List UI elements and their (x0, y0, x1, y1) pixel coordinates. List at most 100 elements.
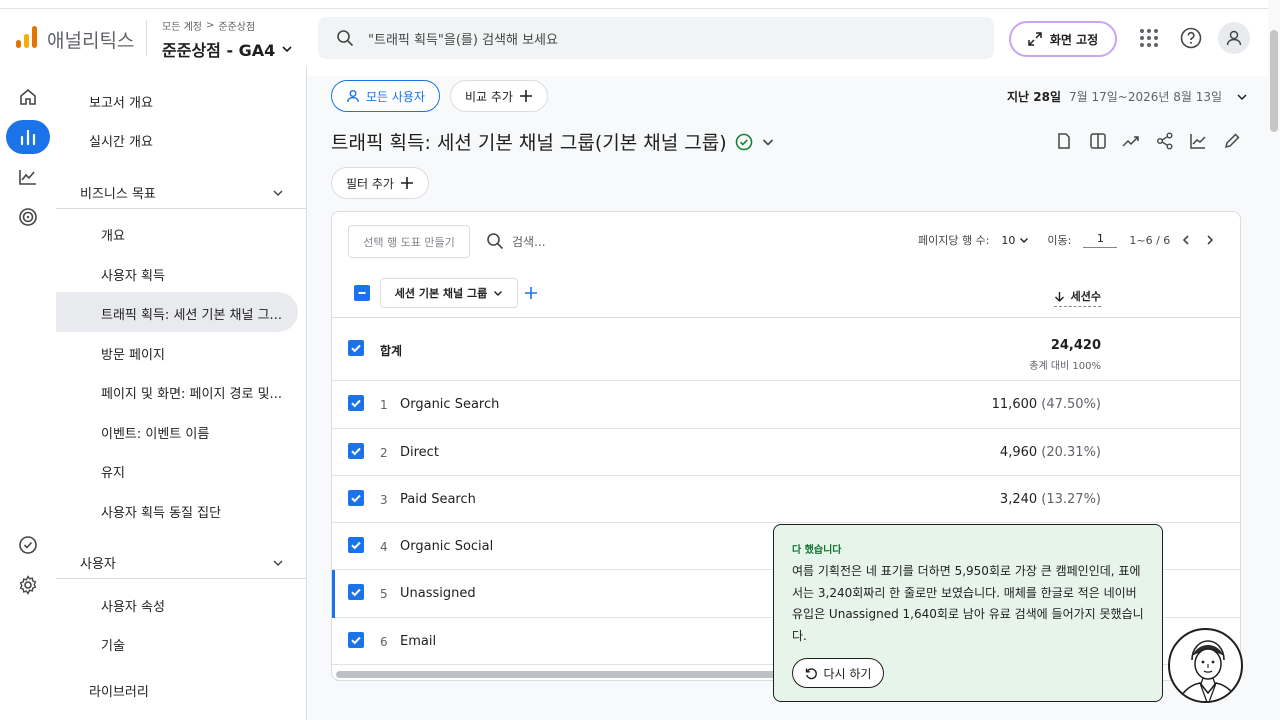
page-title: 트래픽 획득: 세션 기본 채널 그룹(기본 채널 그룹) (331, 128, 775, 155)
row-checkbox[interactable] (348, 443, 364, 459)
table-horizontal-scrollbar[interactable] (336, 671, 836, 678)
row-value-cell: 11,600 (47.50%) (992, 397, 1101, 412)
brand-name: 애널리틱스 (47, 30, 135, 52)
chevron-right-icon[interactable] (1204, 234, 1216, 246)
nav-item-events[interactable]: 이벤트: 이벤트 이름 (101, 423, 209, 442)
chevron-left-icon[interactable] (1180, 234, 1192, 246)
property-selector[interactable]: 준준상점 - GA4 (162, 37, 293, 61)
chevron-down-icon (494, 291, 503, 296)
nav-section-label: 비즈니스 목표 (80, 187, 156, 202)
nav-library[interactable]: 라이브러리 (89, 681, 149, 700)
assistant-avatar[interactable] (1168, 628, 1243, 703)
nav-item-user-acquisition[interactable]: 사용자 획득 (101, 265, 165, 284)
share-icon[interactable] (1155, 131, 1175, 151)
pagination: 페이지당 행 수: 10 이동: 1 1~6 / 6 (918, 232, 1216, 248)
retry-button[interactable]: 다시 하기 (792, 658, 884, 688)
breadcrumb[interactable]: 모든 계정 > 준준상점 (162, 18, 255, 33)
home-icon[interactable] (6, 80, 50, 114)
plus-icon (400, 177, 413, 189)
chevron-down-icon[interactable] (761, 135, 775, 149)
top-app-bar: 애널리틱스 모든 계정 > 준준상점 준준상점 - GA4 "트래픽 획득"을(… (0, 0, 1268, 76)
page-number-input[interactable]: 1 (1083, 232, 1118, 248)
nav-report-overview[interactable]: 보고서 개요 (89, 92, 153, 111)
nav-item-cohort[interactable]: 사용자 획득 동질 집단 (101, 502, 221, 521)
edit-pencil-icon[interactable] (1222, 131, 1242, 151)
nav-item-overview[interactable]: 개요 (101, 225, 125, 244)
row-checkbox[interactable] (348, 584, 364, 600)
date-range-picker[interactable]: 지난 28일 7월 17일~2026년 8월 13일 (1007, 88, 1248, 105)
row-highlight-bar (332, 570, 335, 618)
total-value-cell: 24,420 총계 대비 100% (1029, 338, 1101, 372)
chart-icon[interactable] (1188, 131, 1208, 151)
settings-gear-icon[interactable] (6, 568, 50, 602)
checkmark-icon (351, 636, 361, 645)
row-index: 5 (380, 587, 388, 601)
row-value-cell: 3,240 (13.27%) (1000, 492, 1101, 507)
apps-grid-icon[interactable] (1137, 26, 1161, 50)
total-value: 24,420 (1050, 338, 1101, 353)
breadcrumb-account[interactable]: 모든 계정 (162, 18, 202, 33)
explore-icon[interactable] (6, 160, 50, 194)
account-avatar[interactable] (1218, 22, 1250, 54)
nav-section-business-goals[interactable]: 비즈니스 목표 (80, 183, 306, 202)
insights-trend-icon[interactable] (1121, 131, 1141, 151)
person-icon (1226, 30, 1242, 46)
all-users-chip[interactable]: 모든 사용자 (331, 80, 441, 112)
nav-item-user-attributes[interactable]: 사용자 속성 (101, 596, 165, 615)
date-range-value: 7월 17일~2026년 8월 13일 (1069, 90, 1223, 104)
global-search-input[interactable]: "트래픽 획득"을(를) 검색해 보세요 (318, 17, 994, 59)
rows-per-page-value: 10 (1001, 233, 1016, 247)
pin-screen-button[interactable]: 화면 고정 (1009, 21, 1117, 57)
add-dimension-plus-icon[interactable] (524, 286, 538, 300)
nav-realtime-overview[interactable]: 실시간 개요 (89, 131, 153, 150)
rows-per-page-select[interactable]: 10 (1001, 234, 1029, 247)
nav-item-traffic-acquisition[interactable]: 트래픽 획득: 세션 기본 채널 그... (101, 304, 282, 323)
row-percent: (13.27%) (1041, 492, 1101, 507)
table-row[interactable]: 1 Organic Search 11,600 (47.50%) (332, 381, 1240, 429)
page-scrollbar-thumb[interactable] (1270, 30, 1278, 132)
add-filter-button[interactable]: 필터 추가 (331, 167, 429, 199)
nav-item-landing-page[interactable]: 방문 페이지 (101, 344, 165, 363)
row-checkbox[interactable] (348, 490, 364, 506)
row-checkbox[interactable] (348, 395, 364, 411)
row-percent: (47.50%) (1041, 397, 1101, 412)
chevron-down-icon (1020, 238, 1029, 243)
nav-item-pages-screens[interactable]: 페이지 및 화면: 페이지 경로 및... (101, 383, 282, 402)
row-value: 11,600 (991, 397, 1038, 412)
checkmark-icon (351, 447, 361, 456)
metric-column-header[interactable]: 세션수 (1053, 288, 1101, 307)
table-row[interactable]: 3 Paid Search 3,240 (13.27%) (332, 476, 1240, 523)
row-checkbox[interactable] (348, 537, 364, 553)
row-checkbox[interactable] (348, 632, 364, 648)
table-total-row: 합계 24,420 총계 대비 100% (332, 318, 1240, 381)
create-chart-button[interactable]: 선택 행 도표 만들기 (348, 225, 470, 258)
nav-item-tech[interactable]: 기술 (101, 635, 125, 654)
person-icon (347, 90, 359, 103)
date-range-label: 지난 28일 (1007, 90, 1061, 104)
chevron-right-icon: > (205, 20, 215, 31)
checkmark-icon (351, 494, 361, 503)
document-icon[interactable] (1054, 131, 1074, 151)
table-search-input[interactable]: 검색... (486, 232, 546, 250)
select-all-checkbox[interactable] (354, 285, 370, 301)
nav-section-user[interactable]: 사용자 (80, 553, 306, 572)
add-comparison-button[interactable]: 비교 추가 (450, 80, 548, 112)
dimension-selector[interactable]: 세션 기본 채널 그룹 (380, 278, 518, 308)
help-icon[interactable] (1179, 26, 1203, 50)
reports-icon[interactable] (6, 120, 50, 154)
left-rail (0, 76, 56, 720)
search-icon (337, 30, 354, 47)
analytics-logo[interactable] (16, 26, 38, 48)
refresh-icon (805, 667, 817, 679)
plus-icon (519, 90, 532, 102)
nav-item-retention[interactable]: 유지 (101, 462, 125, 481)
goto-label: 이동: (1047, 234, 1072, 247)
report-title: 트래픽 획득: 세션 기본 채널 그룹(기본 채널 그룹) (331, 132, 727, 154)
compare-columns-icon[interactable] (1088, 131, 1108, 151)
breadcrumb-property[interactable]: 준준상점 (218, 18, 255, 33)
page-range: 1~6 / 6 (1129, 233, 1171, 247)
row-checkbox[interactable] (348, 340, 364, 356)
table-row[interactable]: 2 Direct 4,960 (20.31%) (332, 429, 1240, 476)
check-circle-icon[interactable] (6, 528, 50, 562)
advertising-icon[interactable] (6, 200, 50, 234)
